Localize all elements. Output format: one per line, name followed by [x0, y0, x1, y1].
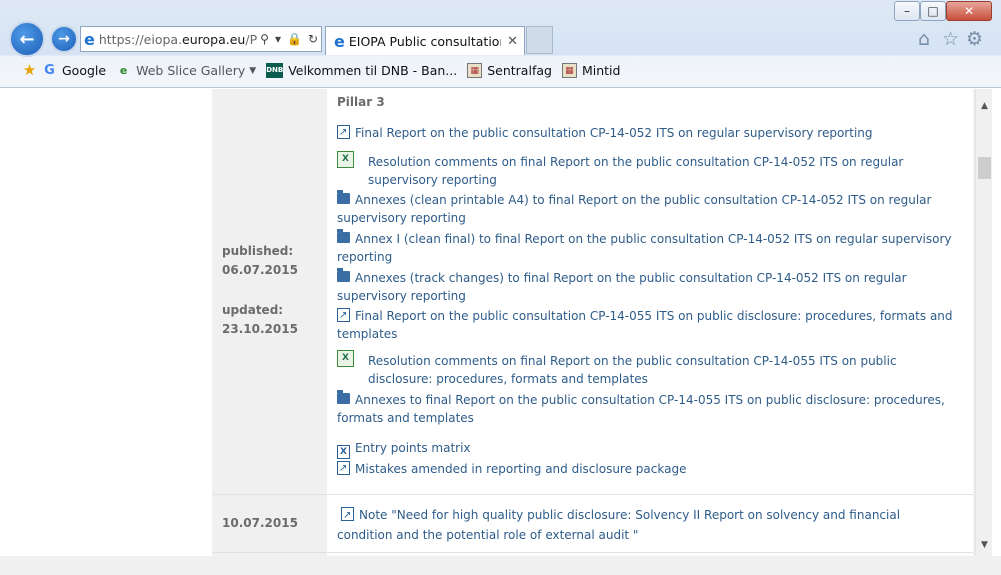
document-link-text: Annexes to final Report on the public co… [337, 393, 945, 425]
favorites-star-icon[interactable]: ☆ [942, 28, 959, 50]
refresh-icon[interactable]: ↻ [305, 32, 321, 46]
row-divider [212, 494, 973, 495]
tab-title: EIOPA Public consultation ... [348, 33, 502, 49]
forward-button[interactable]: → [50, 25, 78, 53]
favorite-mintid[interactable]: ▦ Mintid [561, 63, 621, 78]
vertical-scrollbar[interactable]: ▲ ▼ [975, 89, 992, 556]
favorites-bar: ★ G Google e Web Slice Gallery ▼ DNB Vel… [0, 57, 1001, 84]
document-link-text: Final Report on the public consultation … [355, 126, 873, 140]
published-date: 06.07.2015 [222, 263, 298, 277]
scroll-down-icon[interactable]: ▼ [976, 536, 993, 553]
document-link[interactable]: Annexes to final Report on the public co… [337, 390, 959, 427]
document-link-text: Resolution comments on final Report on t… [368, 354, 897, 386]
sentralfag-icon: ▦ [467, 63, 483, 78]
updated-label: updated: [222, 303, 284, 317]
document-link-text: Annexes (track changes) to final Report … [337, 271, 907, 303]
maximize-button[interactable]: □ [920, 1, 946, 21]
status-strip [0, 556, 1001, 575]
close-button[interactable]: ✕ [946, 1, 992, 21]
pdf-icon [337, 124, 350, 142]
excel-icon: X [337, 350, 354, 367]
document-link[interactable]: Final Report on the public consultation … [337, 124, 959, 142]
dropdown-icon[interactable]: ▾ [272, 32, 284, 46]
row-date: 10.07.2015 [222, 516, 298, 530]
pdf-icon [337, 460, 350, 478]
ie-logo-icon: e [84, 29, 95, 49]
minimize-button[interactable]: – [894, 1, 920, 21]
document-link-text: Final Report on the public consultation … [337, 309, 953, 341]
back-button[interactable]: ← [9, 21, 45, 57]
document-link[interactable]: Mistakes amended in reporting and disclo… [337, 460, 959, 478]
row-divider [212, 552, 973, 553]
favorite-label: Velkommen til DNB - Ban... [288, 63, 458, 78]
lock-icon[interactable]: 🔒 [284, 32, 305, 46]
document-link[interactable]: Final Report on the public consultation … [337, 307, 959, 343]
document-link-text: Entry points matrix [355, 441, 471, 455]
updated-date: 23.10.2015 [222, 322, 298, 336]
mintid-icon: ▦ [561, 63, 577, 78]
web-slice-icon: e [119, 64, 128, 77]
left-gutter [9, 89, 212, 570]
chevron-down-icon: ▼ [249, 65, 257, 76]
document-link-text: Annexes (clean printable A4) to final Re… [337, 193, 932, 225]
section-title: Pillar 3 [337, 95, 385, 109]
new-tab-button[interactable] [526, 26, 553, 54]
arrow-left-icon: ← [19, 28, 35, 50]
home-icon[interactable]: ⌂ [918, 28, 930, 50]
tab-ie-icon: e [334, 31, 345, 51]
scroll-thumb[interactable] [978, 157, 991, 179]
dnb-icon: DNB [266, 63, 283, 78]
scroll-up-icon[interactable]: ▲ [976, 97, 993, 114]
pdf-icon [337, 307, 350, 325]
favorite-label: Mintid [581, 63, 621, 78]
folder-icon [337, 229, 350, 243]
excel-icon: X [337, 151, 354, 168]
folder-icon [337, 390, 350, 404]
address-url[interactable]: https://eiopa.europa.eu/Pag [99, 32, 257, 47]
page-viewport: Pillar 3 published: 06.07.2015 updated: … [9, 89, 975, 570]
favorite-label: Web Slice Gallery [136, 63, 246, 78]
document-link-text: Mistakes amended in reporting and disclo… [355, 462, 687, 476]
url-path: /Pag [245, 31, 257, 47]
document-link[interactable]: Annex I (clean final) to final Report on… [337, 229, 959, 266]
favorite-label: Sentralfag [487, 63, 552, 78]
document-link[interactable]: Note "Need for high quality public discl… [337, 505, 959, 545]
tab-eiopa[interactable]: e EIOPA Public consultation ... ✕ [325, 26, 525, 55]
document-link[interactable]: X Entry points matrix [337, 439, 959, 459]
document-link-text: Annex I (clean final) to final Report on… [337, 232, 952, 264]
url-prefix: https://eiopa. [98, 31, 183, 47]
favorite-web-slice-gallery[interactable]: e Web Slice Gallery ▼ [116, 63, 256, 78]
folder-icon [337, 190, 350, 204]
url-domain: europa.eu [182, 31, 246, 47]
tab-close-icon[interactable]: ✕ [501, 34, 524, 49]
search-icon[interactable]: ⚲ [257, 32, 272, 46]
favorite-sentralfag[interactable]: ▦ Sentralfag [467, 63, 552, 78]
google-icon: G [44, 63, 55, 78]
gear-icon[interactable]: ⚙ [966, 28, 983, 50]
document-link-text: Note "Need for high quality public discl… [337, 508, 901, 542]
document-link[interactable]: Annexes (clean printable A4) to final Re… [337, 190, 959, 227]
document-link[interactable]: X Resolution comments on final Report on … [337, 350, 959, 388]
add-favorite-icon[interactable]: ★ [22, 63, 37, 78]
folder-icon [337, 268, 350, 282]
favorite-google[interactable]: G Google [42, 63, 106, 78]
published-label: published: [222, 244, 294, 258]
arrow-right-icon: → [58, 31, 70, 47]
pdf-icon [341, 506, 354, 526]
address-bar[interactable]: e https://eiopa.europa.eu/Pag ⚲ ▾ 🔒 ↻ [80, 26, 322, 52]
x-document-icon: X [337, 445, 350, 459]
document-link[interactable]: Annexes (track changes) to final Report … [337, 268, 959, 305]
favorite-dnb[interactable]: DNB Velkommen til DNB - Ban... [266, 63, 457, 78]
browser-chrome: – □ ✕ ← → e https://eiopa.europa.eu/Pag … [0, 0, 1001, 88]
favorite-label: Google [62, 63, 107, 78]
document-link[interactable]: X Resolution comments on final Report on … [337, 151, 959, 189]
document-link-text: Resolution comments on final Report on t… [368, 155, 904, 187]
